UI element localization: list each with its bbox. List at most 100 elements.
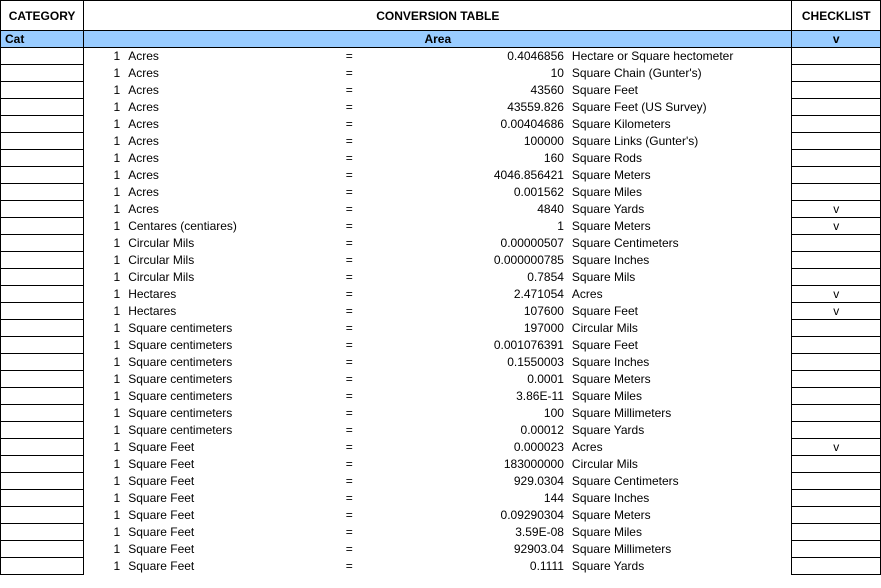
cell-qty[interactable]: 1 — [84, 388, 125, 405]
cell-from-unit[interactable]: Square centimeters — [124, 422, 312, 439]
cell-value[interactable]: 4046.856421 — [387, 167, 568, 184]
cell-checklist[interactable] — [792, 184, 881, 201]
cell-from-unit[interactable]: Acres — [124, 65, 312, 82]
cell-category[interactable] — [1, 184, 84, 201]
cell-qty[interactable]: 1 — [84, 235, 125, 252]
cell-to-unit[interactable]: Acres — [568, 286, 792, 303]
cell-from-unit[interactable]: Acres — [124, 99, 312, 116]
cell-to-unit[interactable]: Square Inches — [568, 252, 792, 269]
cell-value[interactable]: 92903.04 — [387, 541, 568, 558]
cell-to-unit[interactable]: Square Chain (Gunter's) — [568, 65, 792, 82]
cell-checklist[interactable]: v — [792, 439, 881, 456]
cell-from-unit[interactable]: Acres — [124, 116, 312, 133]
cell-to-unit[interactable]: Square Mils — [568, 269, 792, 286]
cell-category[interactable] — [1, 558, 84, 575]
cell-qty[interactable]: 1 — [84, 524, 125, 541]
cell-from-unit[interactable]: Square centimeters — [124, 354, 312, 371]
cell-category[interactable] — [1, 303, 84, 320]
cell-category[interactable] — [1, 473, 84, 490]
cell-qty[interactable]: 1 — [84, 422, 125, 439]
cell-qty[interactable]: 1 — [84, 201, 125, 218]
cell-category[interactable] — [1, 150, 84, 167]
cell-value[interactable]: 0.4046856 — [387, 48, 568, 65]
cell-from-unit[interactable]: Square Feet — [124, 473, 312, 490]
cell-from-unit[interactable]: Acres — [124, 82, 312, 99]
cell-category[interactable] — [1, 65, 84, 82]
cell-category[interactable] — [1, 490, 84, 507]
cell-category[interactable] — [1, 422, 84, 439]
cell-to-unit[interactable]: Square Miles — [568, 524, 792, 541]
cell-qty[interactable]: 1 — [84, 184, 125, 201]
cell-to-unit[interactable]: Square Meters — [568, 167, 792, 184]
cell-category[interactable] — [1, 541, 84, 558]
cell-checklist[interactable] — [792, 422, 881, 439]
cell-to-unit[interactable]: Acres — [568, 439, 792, 456]
cell-to-unit[interactable]: Square Miles — [568, 388, 792, 405]
cell-checklist[interactable]: v — [792, 286, 881, 303]
cell-value[interactable]: 1 — [387, 218, 568, 235]
cell-category[interactable] — [1, 507, 84, 524]
cell-qty[interactable]: 1 — [84, 82, 125, 99]
cell-qty[interactable]: 1 — [84, 99, 125, 116]
cell-to-unit[interactable]: Square Meters — [568, 218, 792, 235]
cell-checklist[interactable] — [792, 235, 881, 252]
cell-category[interactable] — [1, 371, 84, 388]
cell-from-unit[interactable]: Square Feet — [124, 558, 312, 575]
cell-qty[interactable]: 1 — [84, 439, 125, 456]
cell-from-unit[interactable]: Square Feet — [124, 507, 312, 524]
cell-to-unit[interactable]: Square Inches — [568, 490, 792, 507]
cell-qty[interactable]: 1 — [84, 218, 125, 235]
cell-from-unit[interactable]: Circular Mils — [124, 252, 312, 269]
cell-category[interactable] — [1, 286, 84, 303]
cell-value[interactable]: 3.86E-11 — [387, 388, 568, 405]
cell-category[interactable] — [1, 354, 84, 371]
cell-checklist[interactable] — [792, 558, 881, 575]
cell-qty[interactable]: 1 — [84, 133, 125, 150]
cell-qty[interactable]: 1 — [84, 456, 125, 473]
cell-value[interactable]: 43560 — [387, 82, 568, 99]
cell-category[interactable] — [1, 439, 84, 456]
cell-from-unit[interactable]: Square Feet — [124, 456, 312, 473]
cell-qty[interactable]: 1 — [84, 116, 125, 133]
cell-from-unit[interactable]: Square centimeters — [124, 405, 312, 422]
cell-value[interactable]: 0.1111 — [387, 558, 568, 575]
cell-qty[interactable]: 1 — [84, 269, 125, 286]
cell-value[interactable]: 3.59E-08 — [387, 524, 568, 541]
cell-qty[interactable]: 1 — [84, 303, 125, 320]
cell-qty[interactable]: 1 — [84, 286, 125, 303]
cell-from-unit[interactable]: Acres — [124, 150, 312, 167]
cell-value[interactable]: 0.000023 — [387, 439, 568, 456]
cell-to-unit[interactable]: Square Millimeters — [568, 405, 792, 422]
cell-from-unit[interactable]: Circular Mils — [124, 269, 312, 286]
cell-from-unit[interactable]: Square centimeters — [124, 371, 312, 388]
cell-to-unit[interactable]: Circular Mils — [568, 320, 792, 337]
cell-qty[interactable]: 1 — [84, 320, 125, 337]
cell-from-unit[interactable]: Acres — [124, 48, 312, 65]
cell-to-unit[interactable]: Circular Mils — [568, 456, 792, 473]
cell-from-unit[interactable]: Acres — [124, 184, 312, 201]
cell-qty[interactable]: 1 — [84, 371, 125, 388]
cell-to-unit[interactable]: Square Centimeters — [568, 235, 792, 252]
cell-checklist[interactable] — [792, 65, 881, 82]
cell-qty[interactable]: 1 — [84, 490, 125, 507]
cell-value[interactable]: 0.1550003 — [387, 354, 568, 371]
cell-checklist[interactable] — [792, 473, 881, 490]
cell-value[interactable]: 0.0001 — [387, 371, 568, 388]
cell-checklist[interactable] — [792, 116, 881, 133]
cell-checklist[interactable] — [792, 541, 881, 558]
cell-value[interactable]: 0.000000785 — [387, 252, 568, 269]
cell-qty[interactable]: 1 — [84, 150, 125, 167]
cell-to-unit[interactable]: Square Inches — [568, 354, 792, 371]
cell-to-unit[interactable]: Square Feet — [568, 82, 792, 99]
cell-category[interactable] — [1, 456, 84, 473]
cell-category[interactable] — [1, 133, 84, 150]
cell-checklist[interactable]: v — [792, 201, 881, 218]
cell-qty[interactable]: 1 — [84, 354, 125, 371]
cell-qty[interactable]: 1 — [84, 473, 125, 490]
cell-from-unit[interactable]: Acres — [124, 167, 312, 184]
cell-to-unit[interactable]: Square Links (Gunter's) — [568, 133, 792, 150]
cell-from-unit[interactable]: Circular Mils — [124, 235, 312, 252]
cell-category[interactable] — [1, 337, 84, 354]
cell-value[interactable]: 0.00404686 — [387, 116, 568, 133]
cell-checklist[interactable] — [792, 167, 881, 184]
